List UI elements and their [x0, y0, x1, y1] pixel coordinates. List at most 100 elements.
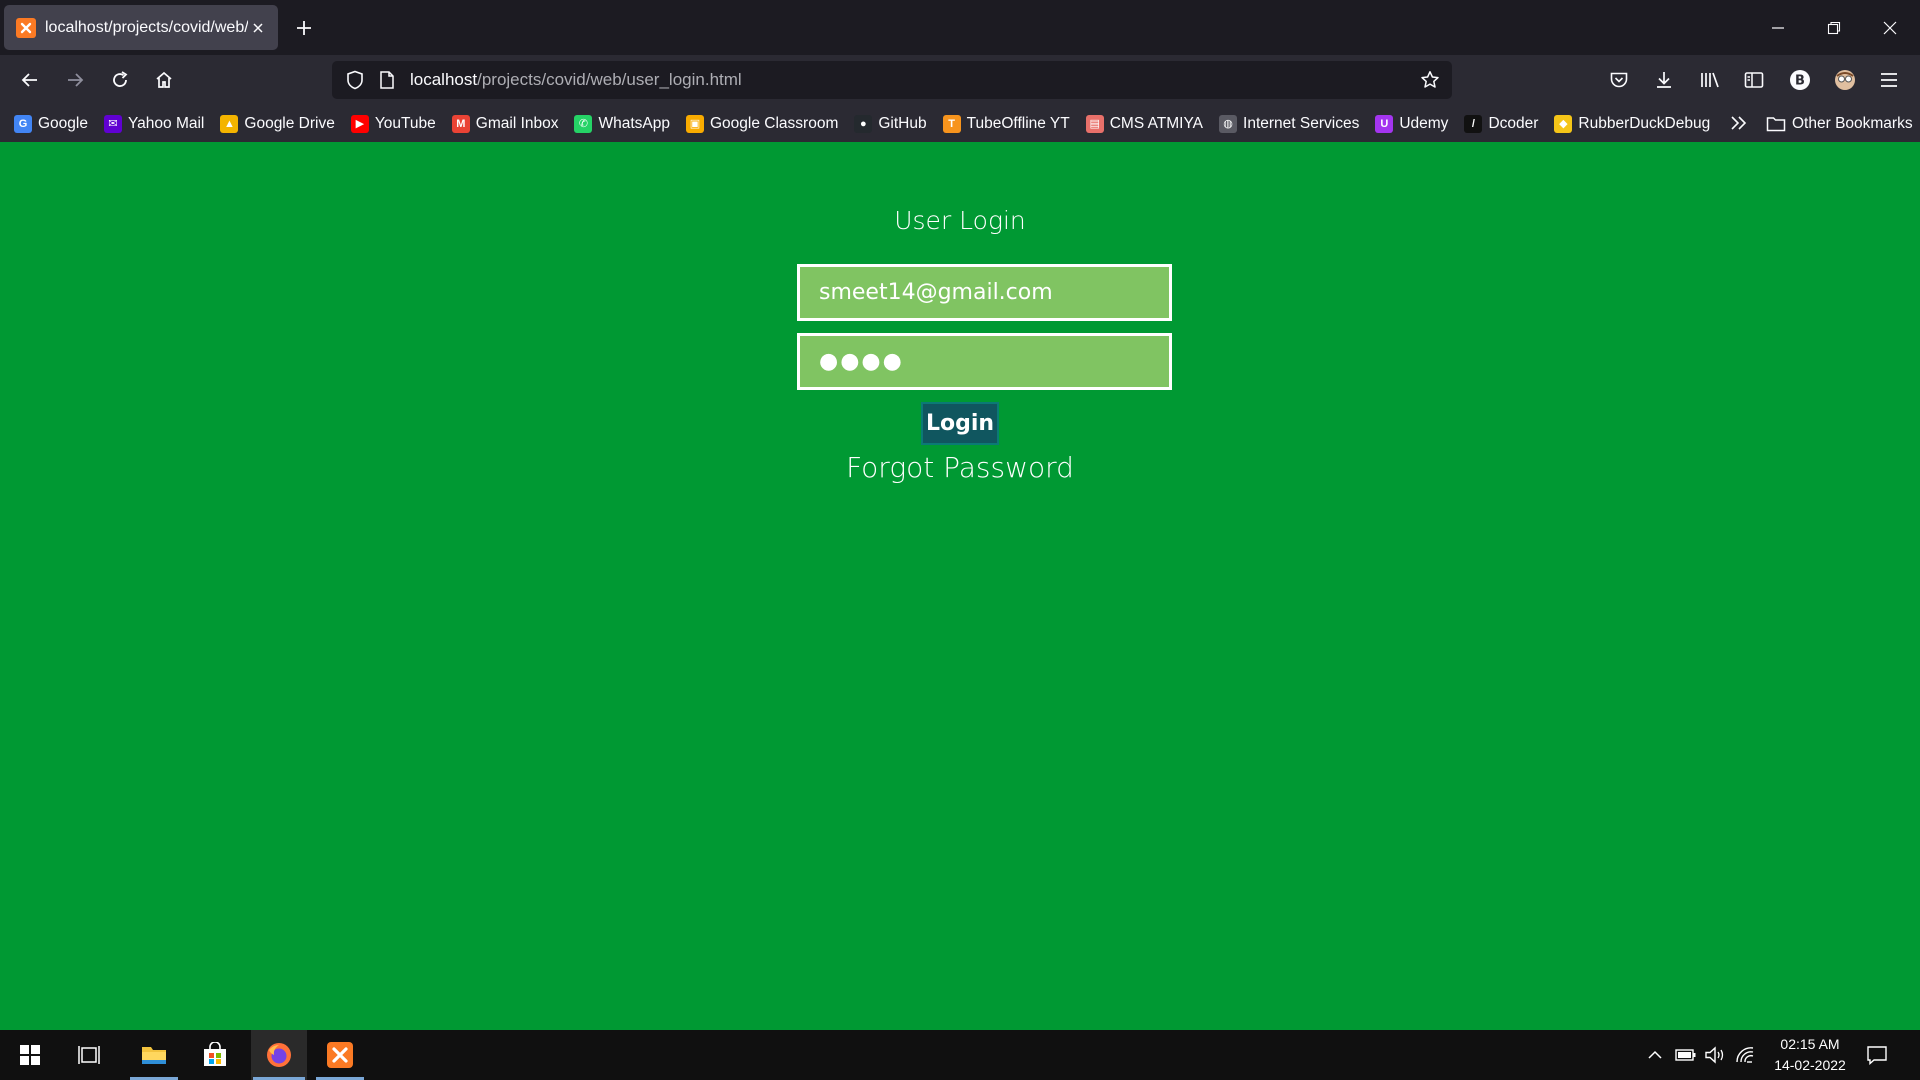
gmail-icon: M [451, 114, 470, 133]
google-classroom-icon: ▣ [686, 114, 704, 133]
tab-strip: localhost/projects/covid/web/user_login.… [0, 0, 1920, 55]
microsoft-store-icon[interactable] [189, 1030, 241, 1080]
bookmark-item[interactable]: ▣ Google Classroom [686, 114, 839, 133]
forward-arrow-icon[interactable] [61, 66, 89, 94]
globe-icon: ◍ [1219, 114, 1238, 133]
bookmark-item[interactable]: ▶ YouTube [350, 114, 436, 133]
restore-window-icon[interactable] [1820, 14, 1848, 42]
tab-title: localhost/projects/covid/web/user_login.… [45, 18, 248, 36]
bookmark-item[interactable]: ▲ Google Drive [220, 114, 335, 133]
bookmark-label: Google [38, 114, 88, 132]
close-window-icon[interactable] [1876, 14, 1904, 42]
battery-icon[interactable] [1674, 1043, 1698, 1067]
more-bookmarks-chevron-icon[interactable] [1728, 112, 1750, 134]
notification-center-icon[interactable] [1864, 1042, 1890, 1068]
reload-icon[interactable] [106, 66, 134, 94]
url-host: localhost [410, 70, 478, 89]
page-info-icon[interactable] [376, 69, 398, 91]
cms-atmiya-icon: ▤ [1085, 114, 1104, 133]
dcoder-icon: / [1464, 114, 1483, 133]
bookmark-label: Udemy [1399, 114, 1449, 132]
new-tab-icon[interactable] [292, 16, 316, 40]
taskbar-clock[interactable]: 02:15 AM 14-02-2022 [1764, 1034, 1856, 1076]
hamburger-menu-icon[interactable] [1875, 66, 1903, 94]
back-arrow-icon[interactable] [16, 66, 44, 94]
bookmark-label: WhatsApp [598, 114, 670, 132]
tracking-protection-shield-icon[interactable] [342, 67, 368, 93]
bookmark-label: Yahoo Mail [127, 114, 205, 132]
bookmark-label: YouTube [374, 114, 436, 132]
bookmark-label: Google Drive [244, 114, 335, 132]
bookmark-item[interactable]: ◆ RubberDuckDebug [1554, 114, 1711, 133]
bookmark-item[interactable]: M Gmail Inbox [451, 114, 559, 133]
whatsapp-icon: ✆ [574, 114, 593, 133]
password-input[interactable]: ●●●● [797, 333, 1172, 390]
folder-icon [1766, 116, 1786, 132]
bookmark-label: Dcoder [1488, 114, 1539, 132]
bookmark-item[interactable]: ● GitHub [854, 114, 927, 133]
bookmark-item[interactable]: U Udemy [1375, 114, 1449, 133]
bookmark-label: TubeOffline YT [966, 114, 1070, 132]
bookmark-item[interactable]: T TubeOffline YT [942, 114, 1070, 133]
forgot-password-text[interactable]: Forgot Password [846, 451, 1074, 484]
google-icon: G [14, 114, 32, 133]
bookmark-label: CMS ATMIYA [1109, 114, 1204, 132]
xampp-favicon-icon [16, 17, 36, 38]
browser-tab[interactable]: localhost/projects/covid/web/user_login.… [4, 5, 278, 50]
other-bookmarks-label: Other Bookmarks [1792, 114, 1913, 132]
bookmark-item[interactable]: / Dcoder [1464, 114, 1539, 133]
udemy-icon: U [1375, 114, 1394, 133]
xampp-taskbar-icon[interactable] [314, 1030, 366, 1080]
close-tab-icon[interactable] [248, 18, 268, 38]
svg-text:B: B [1795, 74, 1805, 89]
other-bookmarks[interactable]: Other Bookmarks [1766, 105, 1913, 142]
library-icon[interactable] [1696, 66, 1724, 94]
login-heading: User Login [894, 206, 1026, 235]
bookmark-item[interactable]: ✆ WhatsApp [574, 114, 670, 133]
extension-b-icon[interactable]: B [1786, 66, 1814, 94]
show-hidden-icons-chevron-icon[interactable] [1643, 1043, 1667, 1067]
navigation-bar: localhost/projects/covid/web/user_login.… [0, 55, 1920, 105]
bookmark-item[interactable]: ▤ CMS ATMIYA [1085, 114, 1204, 133]
windows-taskbar: 02:15 AM 14-02-2022 [0, 1030, 1920, 1080]
email-input[interactable]: smeet14@gmail.com [797, 264, 1172, 321]
address-bar[interactable]: localhost/projects/covid/web/user_login.… [332, 61, 1452, 99]
password-mask: ●●●● [819, 349, 904, 374]
github-icon: ● [854, 114, 873, 133]
task-view-icon[interactable] [64, 1030, 116, 1080]
profile-avatar-icon[interactable] [1831, 66, 1859, 94]
minimize-window-icon[interactable] [1764, 14, 1792, 42]
downloads-icon[interactable] [1650, 66, 1678, 94]
login-button[interactable]: Login [921, 402, 999, 445]
pocket-icon[interactable] [1605, 66, 1633, 94]
rubber-duck-icon: ◆ [1554, 114, 1573, 133]
windows-start-icon[interactable] [4, 1030, 56, 1080]
bookmark-item[interactable]: G Google [14, 114, 88, 133]
clock-time: 02:15 AM [1780, 1036, 1840, 1052]
volume-icon[interactable] [1703, 1043, 1727, 1067]
page-content: User Login smeet14@gmail.com ●●●● Login … [0, 142, 1920, 1030]
bookmark-star-icon[interactable] [1416, 66, 1444, 94]
sidebar-icon[interactable] [1740, 66, 1768, 94]
yahoo-mail-icon: ✉ [103, 114, 122, 133]
clock-date: 14-02-2022 [1774, 1057, 1846, 1073]
youtube-icon: ▶ [350, 114, 369, 133]
file-explorer-icon[interactable] [128, 1030, 180, 1080]
bookmark-label: GitHub [878, 114, 927, 132]
bookmark-label: Google Classroom [710, 114, 839, 132]
bookmark-label: RubberDuckDebug [1578, 114, 1711, 132]
bookmark-label: Internet Services [1243, 114, 1360, 132]
bookmark-item[interactable]: ✉ Yahoo Mail [103, 114, 205, 133]
forgot-password-link: Forgot Password [0, 451, 1920, 484]
email-value: smeet14@gmail.com [819, 280, 1053, 305]
bookmarks-bar: G Google ✉ Yahoo Mail ▲ Google Drive ▶ YouTube M… [0, 105, 1920, 142]
url-path: /projects/covid/web/user_login.html [477, 70, 742, 89]
bookmark-label: Gmail Inbox [475, 114, 559, 132]
url-text: localhost/projects/covid/web/user_login.… [410, 70, 742, 90]
home-icon[interactable] [150, 66, 178, 94]
firefox-taskbar-icon[interactable] [251, 1030, 307, 1080]
google-drive-icon: ▲ [220, 114, 239, 133]
tubeoffline-icon: T [942, 114, 961, 133]
network-icon[interactable] [1733, 1043, 1757, 1067]
bookmark-item[interactable]: ◍ Internet Services [1219, 114, 1360, 133]
